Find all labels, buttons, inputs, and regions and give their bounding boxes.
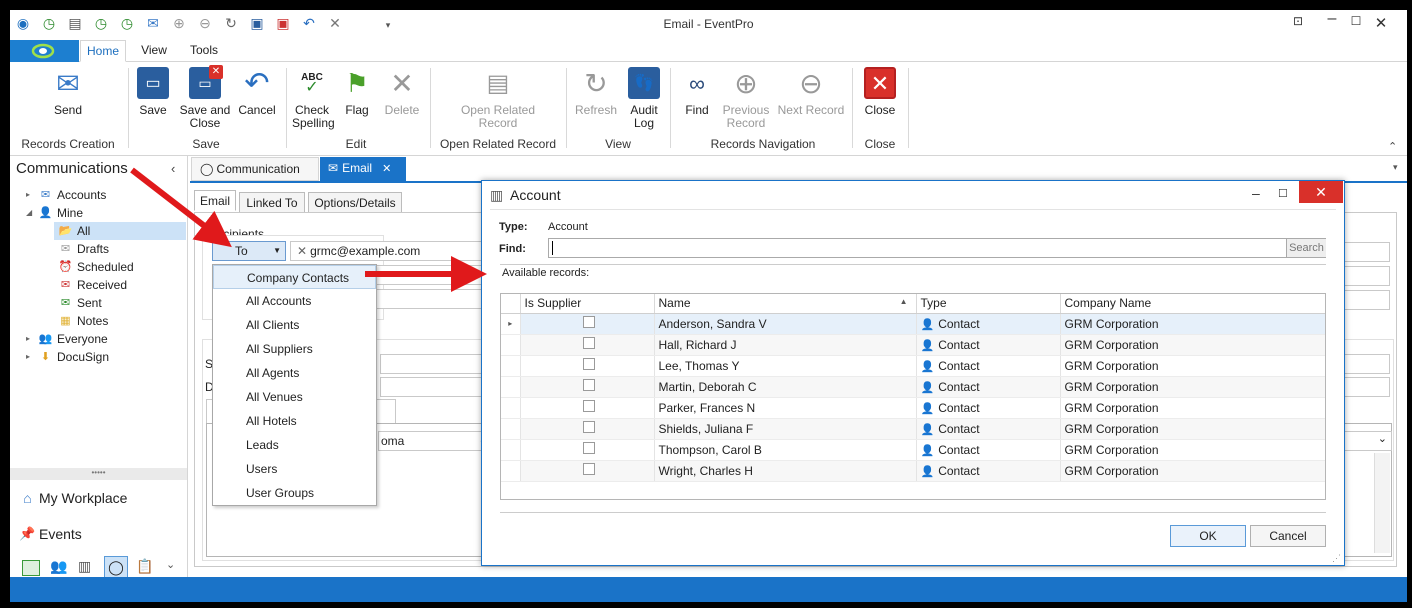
eventpro-window: ◉ ◷ ▤ ◷ ◷ ✉ ⊕ ⊖ ↻ ▣ ▣ ↶ ✕ ▾ Email - Even…	[10, 10, 1407, 602]
arrow-nav-to-to-button	[130, 167, 232, 248]
status-bar	[10, 577, 1407, 602]
annotation-arrows	[130, 167, 487, 292]
